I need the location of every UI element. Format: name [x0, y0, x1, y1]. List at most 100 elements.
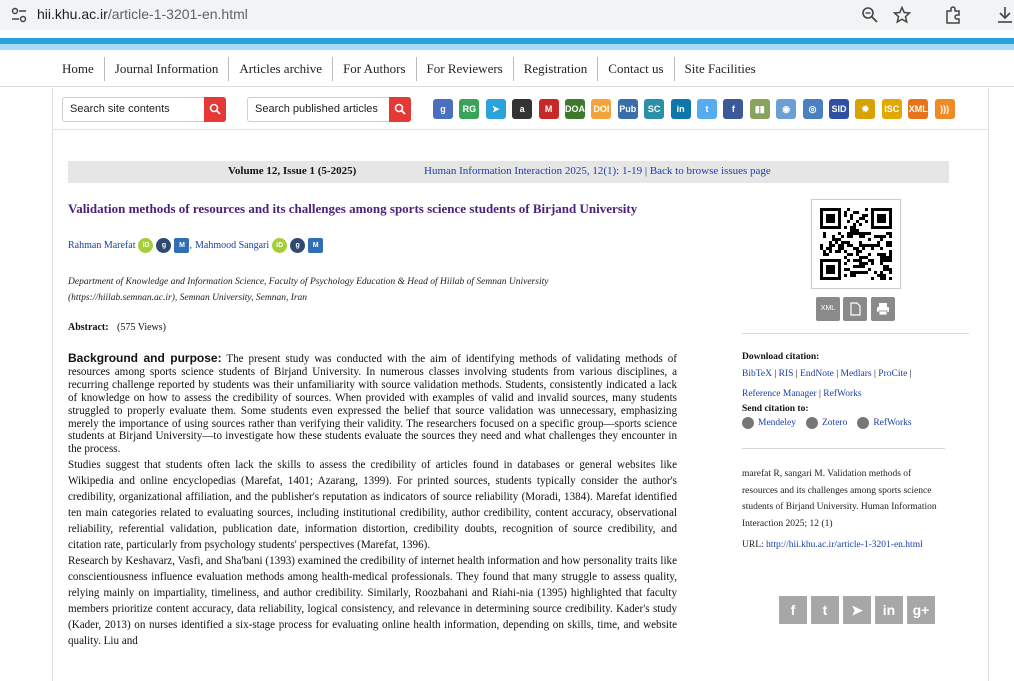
google-scholar-icon[interactable]: g — [156, 238, 172, 253]
view-count: (575 Views) — [117, 322, 166, 333]
doi-icon[interactable]: DOI — [591, 99, 612, 119]
search-icon — [394, 103, 406, 115]
rss-icon[interactable]: ))) — [934, 99, 955, 119]
nav-articles-archive[interactable]: Articles archive — [229, 57, 334, 81]
author-link[interactable]: Rahman Marefat — [68, 240, 135, 251]
googleplus-share-icon[interactable]: g+ — [907, 596, 935, 624]
reference-url-row: URL: http://hii.khu.ac.ir/article-1-3201… — [742, 535, 942, 555]
orcid-icon[interactable]: iD — [138, 238, 154, 253]
nav-for-reviewers[interactable]: For Reviewers — [417, 57, 514, 81]
url-text[interactable]: hii.khu.ac.ir/article-1-3201-en.html — [37, 6, 248, 22]
facebook-share-icon[interactable]: f — [779, 596, 807, 624]
author-separator: , — [189, 240, 192, 251]
sidebar-divider — [742, 448, 945, 449]
abstract-label: Abstract: — [68, 322, 109, 333]
nav-journal-information[interactable]: Journal Information — [105, 57, 230, 81]
abstract-paragraph: Studies suggest that students often lack… — [68, 459, 677, 552]
background-label: Background and purpose: — [68, 351, 222, 365]
reference-manager-link[interactable]: Reference Manager — [742, 389, 817, 399]
google-scholar-icon[interactable]: g — [290, 238, 306, 253]
sidebar-divider — [742, 333, 969, 334]
reference-section: marefat R, sangari M. Validation methods… — [742, 466, 942, 555]
twitter-share-icon[interactable]: t — [811, 596, 839, 624]
twitter-icon[interactable]: t — [697, 99, 717, 119]
ris-link[interactable]: RIS — [779, 369, 794, 379]
mendeley-icon — [742, 417, 754, 429]
linkedin-share-icon[interactable]: in — [875, 596, 903, 624]
issue-citation-link[interactable]: Human Information Interaction 2025, 12(1… — [424, 165, 642, 177]
library-icon[interactable]: ▮▮ — [749, 99, 770, 119]
author-link[interactable]: Mahmood Sangari — [195, 240, 269, 251]
nav-contact-us[interactable]: Contact us — [598, 57, 675, 81]
zoom-icon[interactable] — [861, 6, 879, 24]
background-text: The present study was conducted with the… — [68, 353, 677, 456]
linkedin-icon[interactable]: in — [670, 99, 691, 119]
amazon-icon[interactable]: a — [512, 99, 533, 119]
author-list: Rahman Marefat iD g M , Mahmood Sangari … — [68, 238, 324, 253]
researchgate-icon[interactable]: RG — [459, 99, 480, 119]
articles-search-button[interactable] — [389, 97, 411, 122]
site-search-button[interactable] — [204, 97, 226, 122]
abstract-header: Abstract: (575 Views) — [68, 322, 166, 333]
nav-home[interactable]: Home — [52, 57, 105, 81]
xml-icon[interactable]: XML — [908, 99, 929, 119]
telegram-icon[interactable]: ➤ — [485, 99, 506, 119]
download-icon[interactable] — [996, 6, 1014, 24]
refworks-link[interactable]: RefWorks — [823, 389, 861, 399]
articles-search-box — [247, 97, 411, 122]
article-url-link[interactable]: http://hii.khu.ac.ir/article-1-3201-en.h… — [766, 540, 923, 550]
zotero-icon — [806, 417, 818, 429]
header-strip-light — [0, 44, 1014, 50]
send-zotero-label: Zotero — [822, 418, 848, 428]
orcid-icon[interactable]: iD — [272, 238, 288, 253]
mendeley-icon[interactable]: M — [538, 99, 559, 119]
share-icons: f t ➤ in g+ — [779, 596, 939, 624]
procite-link[interactable]: ProCite — [878, 369, 907, 379]
pdf-icon[interactable] — [843, 297, 867, 321]
nav-for-authors[interactable]: For Authors — [333, 57, 417, 81]
send-mendeley[interactable]: Mendeley — [742, 417, 796, 429]
qr-code — [811, 199, 901, 289]
medlars-link[interactable]: Medlars — [841, 369, 872, 379]
scopus-icon[interactable]: SC — [644, 99, 665, 119]
qr-code-image — [820, 208, 892, 280]
extensions-icon[interactable] — [944, 6, 962, 24]
facebook-icon[interactable]: f — [723, 99, 744, 119]
site-search-input[interactable] — [70, 103, 200, 115]
site-info-icon[interactable] — [10, 7, 28, 23]
mendeley-icon[interactable]: M — [308, 238, 324, 253]
back-to-issues-link[interactable]: Back to browse issues page — [650, 165, 771, 177]
isc-star-icon[interactable]: ✹ — [855, 99, 876, 119]
magiran-icon[interactable]: ◎ — [802, 99, 823, 119]
download-citation-section: Download citation: BibTeX | RIS | EndNot… — [742, 352, 952, 429]
isc-icon[interactable]: ISC — [881, 99, 902, 119]
url-label: URL: — [742, 540, 767, 550]
nav-site-facilities[interactable]: Site Facilities — [675, 57, 766, 81]
xml-button[interactable]: XML — [816, 297, 840, 321]
send-refworks[interactable]: RefWorks — [857, 417, 912, 429]
doaj-icon[interactable]: DOAJ — [565, 99, 585, 119]
send-zotero[interactable]: Zotero — [806, 417, 847, 429]
pubmed-icon[interactable]: Pub — [617, 99, 638, 119]
abstract-paragraph: Background and purpose: The present stud… — [68, 352, 677, 456]
abstract-body: Background and purpose: The present stud… — [68, 352, 677, 649]
eye-icon[interactable]: ◉ — [776, 99, 797, 119]
articles-search-input[interactable] — [255, 103, 385, 115]
volume-title: Volume 12, Issue 1 (5-2025) — [228, 165, 357, 177]
download-citation-label: Download citation: — [742, 352, 820, 362]
sid-icon[interactable]: SID — [829, 99, 849, 119]
send-refworks-label: RefWorks — [873, 418, 912, 428]
bookmark-star-icon[interactable] — [893, 6, 911, 24]
telegram-share-icon[interactable]: ➤ — [843, 596, 871, 624]
mendeley-icon[interactable]: M — [174, 238, 190, 253]
content-frame: gRG➤aMDOAJDOIPubSCintf▮▮◉◎SID✹ISCXML))) … — [52, 88, 989, 681]
refworks-icon — [857, 417, 870, 429]
nav-registration[interactable]: Registration — [514, 57, 599, 81]
download-citation-links: BibTeX | RIS | EndNote | Medlars | ProCi… — [742, 369, 912, 399]
url-host: hii.khu.ac.ir — [37, 6, 108, 22]
print-icon[interactable] — [871, 297, 895, 321]
bibtex-link[interactable]: BibTeX — [742, 369, 772, 379]
google-scholar-icon[interactable]: g — [433, 99, 453, 119]
send-mendeley-label: Mendeley — [758, 418, 796, 428]
endnote-link[interactable]: EndNote — [800, 369, 834, 379]
